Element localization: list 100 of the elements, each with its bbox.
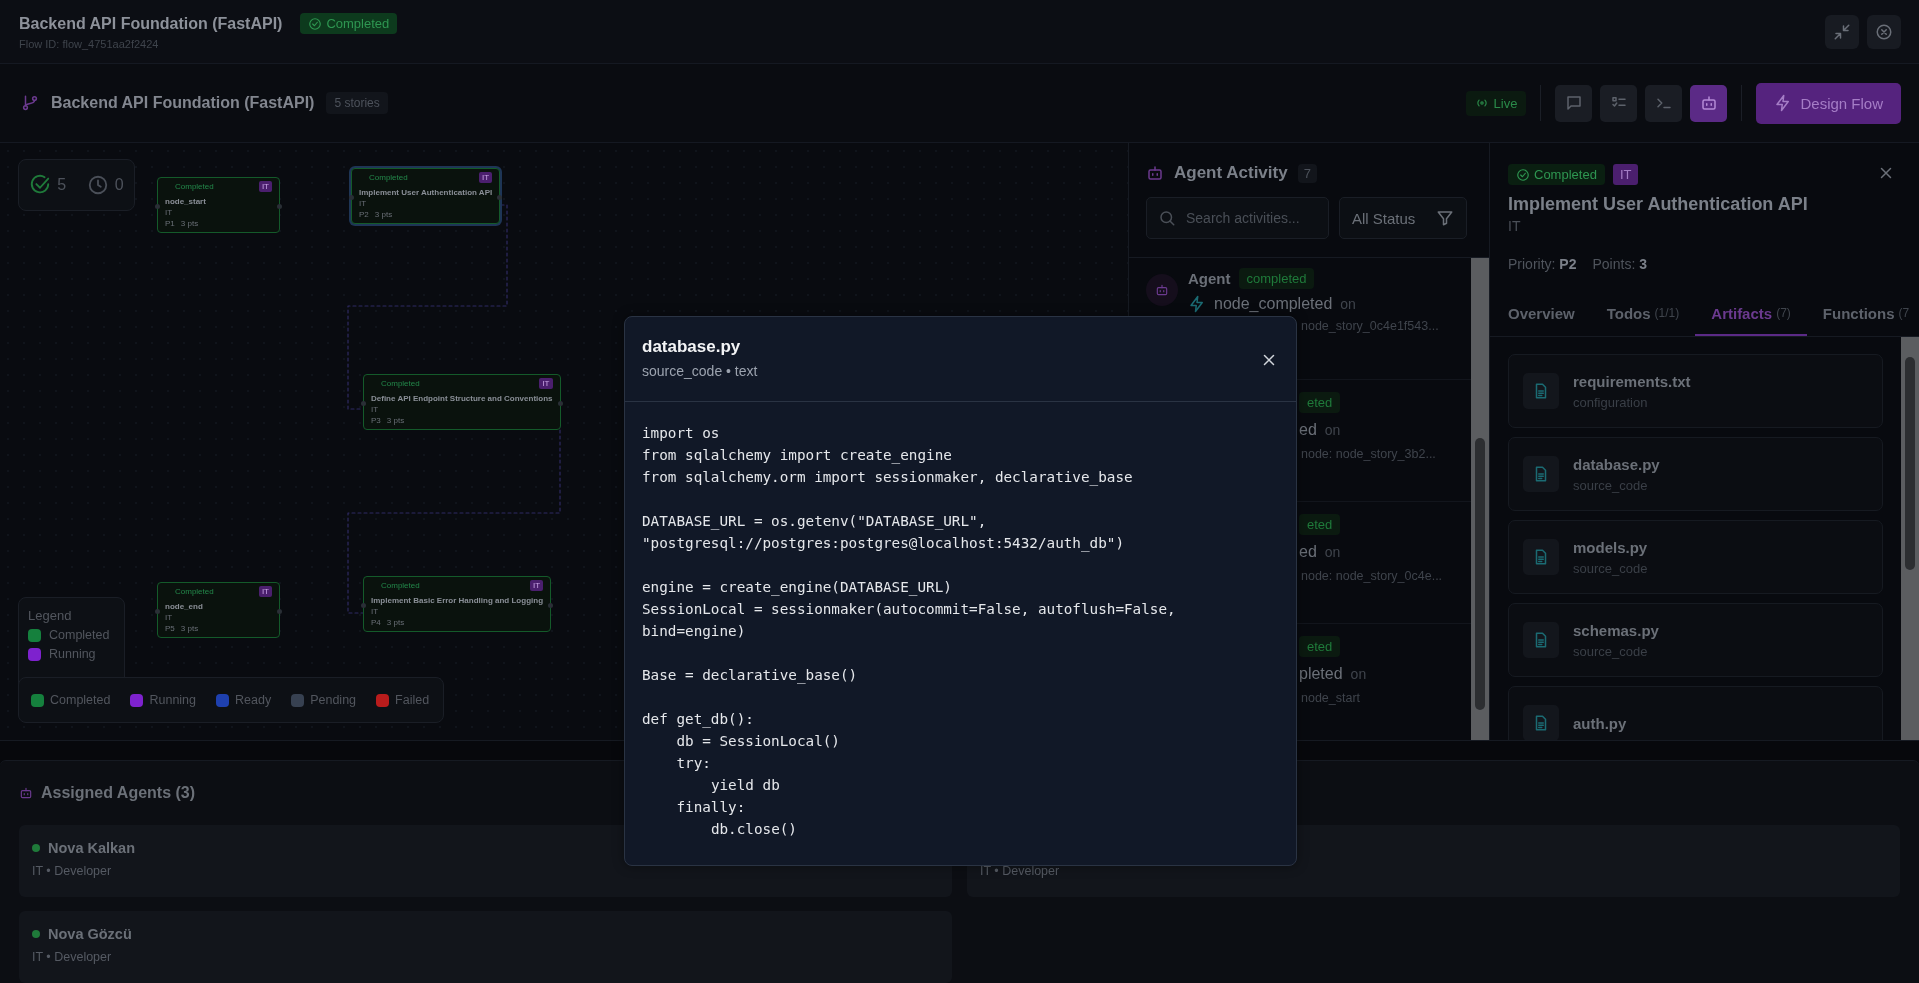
minimize-button[interactable] (1825, 14, 1859, 49)
bot-icon (19, 786, 33, 800)
bot-icon (1155, 283, 1169, 297)
node-tag: IT (539, 378, 553, 389)
lightning-icon (1188, 295, 1206, 313)
node-points: 3 pts (180, 624, 199, 633)
status-badge: eted (1299, 392, 1341, 413)
node-points: 3 pts (386, 416, 405, 425)
design-flow-button[interactable]: Design Flow (1756, 82, 1901, 124)
node-status: Completed (368, 173, 408, 182)
node-status: Completed (174, 587, 214, 596)
dialog-subtitle: source_code • text (642, 363, 758, 379)
event-name: node_completed (1214, 295, 1333, 313)
check-circle-icon (1516, 167, 1530, 182)
event-preposition: on (1350, 666, 1367, 682)
legend-label: Pending (310, 693, 357, 707)
flow-node[interactable]: Completed IT node_end IT P5 3 pts (157, 582, 280, 638)
check-circle-icon (308, 16, 323, 31)
event-detail: node_story_0c4e1f543... (1300, 319, 1440, 333)
node-tag: IT (258, 586, 272, 597)
node-status: Completed (174, 182, 214, 191)
artifact-item[interactable]: auth.py (1508, 686, 1883, 740)
tab[interactable]: Overview (1492, 292, 1591, 336)
scrollbar[interactable] (1901, 337, 1919, 740)
bot-icon (1699, 94, 1718, 112)
tab[interactable]: Todos (1/1) (1590, 292, 1696, 336)
node-tag: IT (479, 172, 493, 183)
chat-icon (1564, 94, 1583, 112)
legend-label: Completed (49, 628, 110, 642)
event-preposition: on (1324, 544, 1341, 560)
agent-name: Agent (1188, 270, 1231, 287)
node-status: Completed (380, 379, 420, 388)
scrollbar[interactable] (1471, 258, 1489, 740)
event-preposition: on (1340, 296, 1356, 312)
story-title: Implement User Authentication API (1507, 193, 1809, 215)
agent-role: IT • Developer (32, 864, 113, 878)
filter-icon (1436, 209, 1454, 227)
stat-count: 0 (114, 176, 124, 194)
node-priority: P5 (165, 624, 175, 633)
flow-name: Backend API Foundation (FastAPI) (51, 94, 315, 112)
status-filter-dropdown[interactable]: All Status (1339, 197, 1467, 239)
flow-node[interactable]: Completed IT Implement User Authentication API IT P2 3 pts (351, 168, 501, 224)
story-department: IT (1507, 217, 1522, 234)
story-count: 5 stories (326, 92, 388, 114)
flow-node[interactable]: Completed IT Define API Endpoint Structure and Conventions IT P3 3 pts (363, 374, 561, 430)
legend-label: Ready (235, 693, 272, 707)
tab[interactable]: Functions (7 (1806, 292, 1919, 336)
node-points: 3 pts (374, 210, 393, 219)
view-toggle-button[interactable] (1645, 84, 1683, 122)
event-name: ed (1299, 421, 1317, 439)
node-priority: P4 (371, 618, 381, 627)
node-department: IT (371, 607, 380, 616)
legend-title: Legend (28, 608, 73, 623)
node-points: 3 pts (386, 618, 405, 627)
agent-role: IT • Developer (32, 950, 113, 964)
status-badge: eted (1299, 514, 1341, 535)
stat-count: 5 (57, 176, 67, 194)
node-department: IT (371, 405, 380, 414)
check-circle-icon (29, 174, 52, 196)
status-badge: Completed (300, 13, 398, 34)
node-points: 3 pts (180, 219, 199, 228)
tab[interactable]: Artifacts (7) (1695, 292, 1807, 336)
node-department: IT (165, 613, 174, 622)
node-priority: P3 (371, 416, 381, 425)
event-detail: node: node_story_3b2... (1300, 447, 1437, 461)
search-field[interactable]: Search activities... (1146, 197, 1329, 239)
status-badge: eted (1299, 636, 1341, 657)
bot-icon (1146, 164, 1164, 182)
event-name: pleted (1299, 665, 1343, 683)
view-toggle-button[interactable] (1690, 84, 1728, 122)
node-tag: IT (258, 181, 272, 192)
view-toggle-button[interactable] (1600, 84, 1638, 122)
event-name: ed (1299, 543, 1317, 561)
node-title: node_start (165, 197, 207, 206)
legend-label: Running (149, 693, 197, 707)
node-department: IT (165, 208, 174, 217)
status-badge: completed (1238, 268, 1315, 289)
live-indicator: Live (1465, 90, 1527, 116)
activity-count: 7 (1297, 163, 1317, 183)
node-tag: IT (529, 580, 543, 591)
points-label: Points: 3 (1592, 256, 1647, 272)
agent-role: IT • Developer (980, 864, 1061, 878)
panel-title: Agent Activity (1174, 163, 1288, 183)
view-toggle-button[interactable] (1555, 84, 1593, 122)
agent-name: Nova Kalkan (48, 839, 136, 856)
dialog-title: database.py (642, 337, 742, 357)
section-title: Assigned Agents (3) (41, 784, 196, 802)
node-title: Implement Basic Error Handling and Logging (371, 596, 543, 605)
flow-node[interactable]: Completed IT Implement Basic Error Handling and Logging IT P4 3 pts (363, 576, 551, 632)
event-detail: node_start (1300, 691, 1362, 705)
event-detail: node: node_story_0c4e... (1300, 569, 1444, 583)
event-preposition: on (1324, 422, 1341, 438)
branch-icon (21, 94, 39, 112)
node-title: node_end (165, 602, 204, 611)
legend-label: Failed (395, 693, 430, 707)
node-title: Define API Endpoint Structure and Conventions (371, 394, 553, 403)
legend-label: Running (49, 647, 96, 661)
flow-node[interactable]: Completed IT node_start IT P1 3 pts (157, 177, 280, 233)
search-icon (1158, 209, 1176, 227)
node-priority: P2 (359, 210, 369, 219)
